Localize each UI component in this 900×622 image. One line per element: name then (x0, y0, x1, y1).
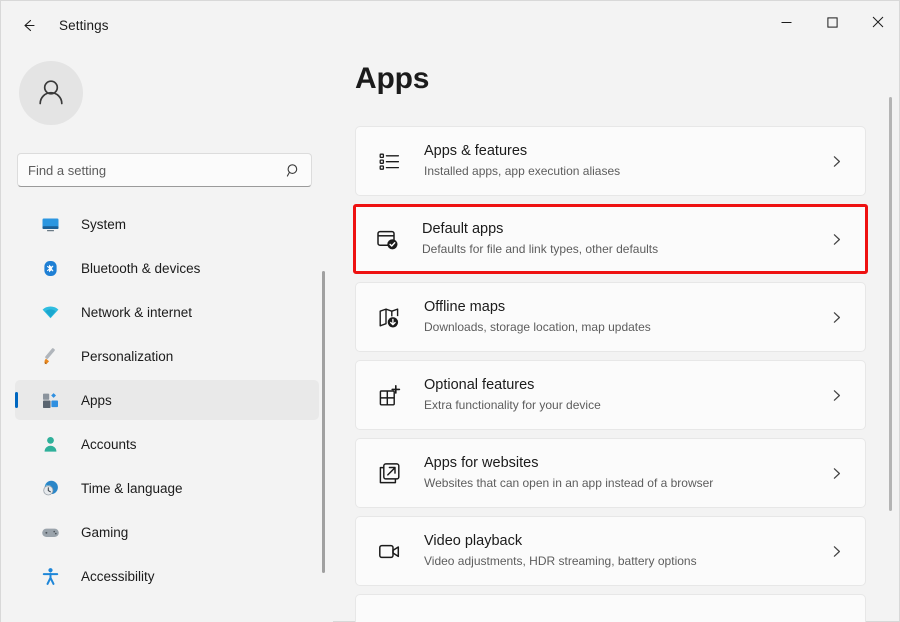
sidebar-item-system[interactable]: System (15, 204, 319, 244)
card-subtitle: Installed apps, app execution aliases (424, 163, 830, 180)
card-title: Default apps (422, 220, 830, 240)
list-icon (376, 148, 402, 174)
card-title: Apps & features (424, 142, 830, 162)
paintbrush-icon (39, 345, 61, 367)
page-title: Apps (355, 62, 429, 96)
sidebar-item-label: Accounts (81, 437, 137, 452)
sidebar-item-label: Gaming (81, 525, 128, 540)
accessibility-icon (39, 565, 61, 587)
settings-card-list: Apps & features Installed apps, app exec… (333, 126, 900, 622)
card-subtitle: Extra functionality for your device (424, 397, 830, 414)
main-content: Apps Apps & features Installed apps, app… (333, 49, 900, 622)
sidebar-item-label: System (81, 217, 126, 232)
settings-card-partial[interactable] (355, 594, 866, 622)
chevron-right-icon (830, 155, 843, 168)
apps-icon (39, 389, 61, 411)
sidebar-item-personalization[interactable]: Personalization (15, 336, 319, 376)
external-link-icon (376, 460, 402, 486)
main-scrollbar[interactable] (889, 97, 892, 511)
bluetooth-icon (39, 257, 61, 279)
card-text: Apps for websites Websites that can open… (424, 454, 830, 491)
clock-globe-icon (39, 477, 61, 499)
search-input[interactable] (28, 163, 286, 178)
sidebar: System Bluetooth & devices Network & (1, 49, 333, 622)
monitor-icon (39, 213, 61, 235)
sidebar-item-label: Time & language (81, 481, 183, 496)
card-text: Optional features Extra functionality fo… (424, 376, 830, 413)
back-arrow-icon (20, 17, 37, 34)
back-button[interactable] (11, 8, 45, 42)
card-text: Offline maps Downloads, storage location… (424, 298, 830, 335)
settings-card-default-apps[interactable]: Default apps Defaults for file and link … (353, 204, 868, 274)
sidebar-item-label: Network & internet (81, 305, 192, 320)
sidebar-item-bluetooth-devices[interactable]: Bluetooth & devices (15, 248, 319, 288)
video-camera-icon (376, 538, 402, 564)
title-bar: Settings (1, 1, 900, 49)
card-subtitle: Websites that can open in an app instead… (424, 475, 830, 492)
settings-card-offline-maps[interactable]: Offline maps Downloads, storage location… (355, 282, 866, 352)
sidebar-item-accounts[interactable]: Accounts (15, 424, 319, 464)
sidebar-item-network-internet[interactable]: Network & internet (15, 292, 319, 332)
card-text: Default apps Defaults for file and link … (422, 220, 830, 257)
close-icon (872, 16, 884, 28)
settings-card-video-playback[interactable]: Video playback Video adjustments, HDR st… (355, 516, 866, 586)
sidebar-item-label: Accessibility (81, 569, 155, 584)
map-download-icon (376, 304, 402, 330)
maximize-icon (827, 17, 838, 28)
card-subtitle: Downloads, storage location, map updates (424, 319, 830, 336)
card-title: Optional features (424, 376, 830, 396)
sidebar-item-label: Apps (81, 393, 112, 408)
chevron-right-icon (830, 389, 843, 402)
sidebar-item-apps[interactable]: Apps (15, 380, 319, 420)
chevron-right-icon (830, 311, 843, 324)
settings-card-apps-features[interactable]: Apps & features Installed apps, app exec… (355, 126, 866, 196)
minimize-button[interactable] (763, 1, 809, 43)
selection-indicator (15, 392, 18, 408)
sidebar-item-label: Personalization (81, 349, 173, 364)
close-button[interactable] (855, 1, 900, 43)
card-title: Offline maps (424, 298, 830, 318)
sidebar-nav: System Bluetooth & devices Network & (1, 204, 333, 622)
chevron-right-icon (830, 233, 843, 246)
card-title: Video playback (424, 532, 830, 552)
avatar[interactable] (19, 61, 83, 125)
grid-plus-icon (376, 382, 402, 408)
chevron-right-icon (830, 467, 843, 480)
sidebar-item-gaming[interactable]: Gaming (15, 512, 319, 552)
gamepad-icon (39, 521, 61, 543)
card-subtitle: Video adjustments, HDR streaming, batter… (424, 553, 830, 570)
maximize-button[interactable] (809, 1, 855, 43)
person-avatar-icon (33, 75, 69, 111)
sidebar-item-label: Bluetooth & devices (81, 261, 200, 276)
card-text: Apps & features Installed apps, app exec… (424, 142, 830, 179)
card-text: Video playback Video adjustments, HDR st… (424, 532, 830, 569)
search-icon (286, 163, 301, 178)
minimize-icon (781, 17, 792, 28)
settings-card-apps-for-websites[interactable]: Apps for websites Websites that can open… (355, 438, 866, 508)
sidebar-scrollbar[interactable] (322, 271, 325, 573)
window-check-icon (374, 226, 400, 252)
card-subtitle: Defaults for file and link types, other … (422, 241, 830, 258)
chevron-right-icon (830, 545, 843, 558)
window-controls (763, 1, 900, 43)
settings-card-optional-features[interactable]: Optional features Extra functionality fo… (355, 360, 866, 430)
search-box[interactable] (17, 153, 312, 187)
person-icon (39, 433, 61, 455)
card-title: Apps for websites (424, 454, 830, 474)
sidebar-item-time-language[interactable]: Time & language (15, 468, 319, 508)
app-title: Settings (59, 18, 109, 33)
wifi-icon (39, 301, 61, 323)
sidebar-item-accessibility[interactable]: Accessibility (15, 556, 319, 596)
